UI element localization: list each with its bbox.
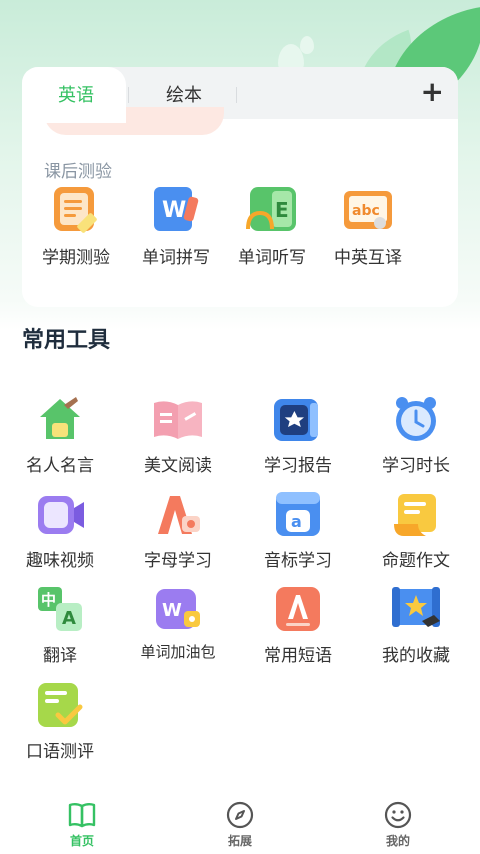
quiz-item-spelling[interactable]: W 单词拼写 [126, 185, 226, 268]
tab-divider [128, 87, 129, 103]
scroll-icon [390, 490, 442, 540]
video-camera-icon [34, 490, 86, 540]
tool-label: 我的收藏 [382, 646, 450, 666]
tab-picture-book[interactable]: 绘本 [166, 81, 202, 107]
word-pack-icon: W [152, 585, 204, 635]
tool-label: 学习时长 [382, 456, 450, 476]
svg-text:W: W [162, 198, 186, 223]
tool-label: 字母学习 [144, 551, 212, 571]
svg-text:abc: abc [352, 203, 380, 219]
svg-text:E: E [275, 198, 289, 222]
nav-label: 拓展 [227, 834, 252, 848]
nav-label: 我的 [385, 834, 410, 848]
quiz-label: 中英互译 [334, 248, 402, 268]
quiz-item-term[interactable]: 学期测验 [26, 185, 126, 268]
tool-favorites[interactable]: 我的收藏 [356, 585, 476, 666]
svg-text:A: A [62, 608, 76, 629]
quiz-label: 单词拼写 [142, 248, 210, 268]
quiz-label: 单词听写 [238, 248, 306, 268]
tool-phrases[interactable]: 常用短语 [238, 585, 358, 666]
speaking-check-icon [34, 681, 86, 731]
letter-a-icon [152, 490, 204, 540]
nav-explore[interactable]: 拓展 [200, 800, 280, 849]
phrase-a-icon [272, 585, 324, 635]
word-dictation-icon: E [246, 185, 298, 235]
compass-icon [225, 800, 255, 830]
tools-title: 常用工具 [22, 328, 111, 353]
phonetic-book-icon: a [272, 490, 324, 540]
quote-house-icon [34, 395, 86, 445]
smiley-icon [383, 800, 413, 830]
open-book-icon [152, 395, 204, 445]
bottom-nav: 首页 拓展 我的 [0, 792, 480, 854]
word-spelling-icon: W [150, 185, 202, 235]
tool-label: 趣味视频 [26, 551, 94, 571]
tool-speaking[interactable]: 口语测评 [0, 681, 120, 762]
tab-divider [236, 87, 237, 103]
tool-label: 名人名言 [26, 456, 94, 476]
tool-letters[interactable]: 字母学习 [118, 490, 238, 571]
section-label: 课后测验 [44, 162, 112, 182]
tool-videos[interactable]: 趣味视频 [0, 490, 120, 571]
tool-label: 翻译 [43, 646, 77, 666]
nav-home[interactable]: 首页 [42, 800, 122, 849]
plus-icon[interactable]: + [421, 75, 444, 108]
report-icon [272, 395, 324, 445]
alarm-clock-icon [390, 395, 442, 445]
tool-label: 常用短语 [264, 646, 332, 666]
nav-label: 首页 [69, 834, 94, 848]
background-drop [300, 36, 314, 54]
tool-essay[interactable]: 命题作文 [356, 490, 476, 571]
quiz-card: 英语 绘本 + 课后测验 学期测验 W 单词拼写 E 单词听写 abc 中英互译 [22, 67, 458, 307]
tool-label: 学习报告 [264, 456, 332, 476]
tool-label: 美文阅读 [144, 456, 212, 476]
star-scroll-icon [390, 585, 442, 635]
tool-reading[interactable]: 美文阅读 [118, 395, 238, 476]
tool-label: 口语测评 [26, 742, 94, 762]
term-quiz-icon [50, 185, 102, 235]
svg-text:中: 中 [41, 591, 56, 609]
tool-study-time[interactable]: 学习时长 [356, 395, 476, 476]
tool-quotes[interactable]: 名人名言 [0, 395, 120, 476]
svg-text:a: a [291, 512, 302, 531]
translation-abc-icon: abc [342, 185, 394, 235]
tool-phonetics[interactable]: a 音标学习 [238, 490, 358, 571]
tool-label: 单词加油包 [140, 643, 216, 661]
translate-icon: 中 A [34, 585, 86, 635]
nav-me[interactable]: 我的 [358, 800, 438, 849]
quiz-label: 学期测验 [42, 248, 110, 268]
tool-report[interactable]: 学习报告 [238, 395, 358, 476]
book-icon [67, 800, 97, 830]
tool-word-pack[interactable]: W 单词加油包 [118, 585, 238, 662]
quiz-item-dictation[interactable]: E 单词听写 [222, 185, 322, 268]
tool-translate[interactable]: 中 A 翻译 [0, 585, 120, 666]
tab-english[interactable]: 英语 [58, 81, 94, 107]
quiz-item-translate[interactable]: abc 中英互译 [318, 185, 418, 268]
tool-label: 音标学习 [264, 551, 332, 571]
tool-label: 命题作文 [382, 551, 450, 571]
svg-text:W: W [162, 600, 182, 621]
